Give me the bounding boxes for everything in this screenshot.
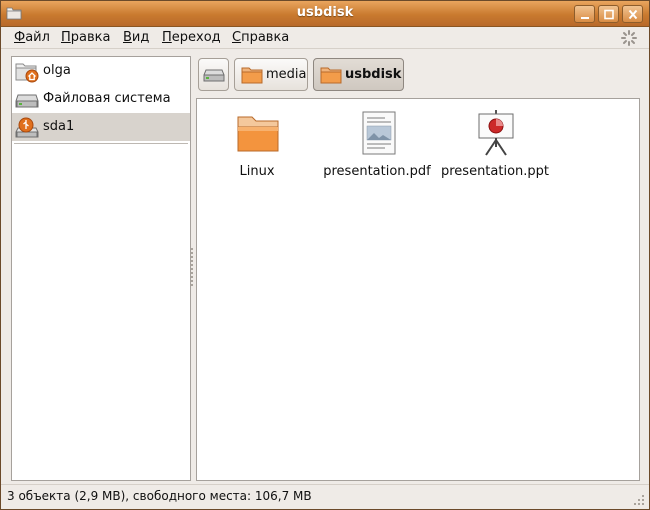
window-title: usbdisk <box>296 5 354 20</box>
maximize-button[interactable] <box>598 5 619 23</box>
hard-drive-icon <box>15 94 39 108</box>
hard-drive-icon <box>203 69 225 82</box>
file-name: Linux <box>239 164 275 179</box>
throbber-icon <box>621 30 637 46</box>
file-name: presentation.ppt <box>440 164 550 179</box>
sidebar-item-label: Файловая система <box>43 91 171 106</box>
pane-resize-handle[interactable] <box>191 246 194 290</box>
minimize-icon <box>581 17 589 19</box>
menu-file[interactable]: Файл <box>14 30 50 45</box>
file-manager-window: usbdisk Файл Правка Вид Переход Справка <box>0 0 650 510</box>
folder-icon <box>237 116 279 152</box>
presentation-icon <box>478 110 514 156</box>
file-view: Linux presentation.pdf presentation.ppt <box>196 98 640 481</box>
menu-edit[interactable]: Правка <box>61 30 110 45</box>
maximize-icon <box>604 9 614 20</box>
pdf-document-icon <box>362 111 396 155</box>
menu-bar: Файл Правка Вид Переход Справка <box>1 27 649 49</box>
close-icon <box>628 9 638 20</box>
sidebar-item-label: sda1 <box>43 119 75 134</box>
sidebar-item-label: olga <box>43 63 71 78</box>
file-name: presentation.pdf <box>323 164 431 179</box>
menu-help[interactable]: Справка <box>232 30 289 45</box>
path-button-filesystem[interactable] <box>198 58 229 91</box>
path-button-media[interactable]: media <box>234 58 308 91</box>
menu-go[interactable]: Переход <box>162 30 221 45</box>
sidebar-item-filesystem[interactable]: Файловая система <box>12 85 190 113</box>
status-text: 3 объекта (2,9 MB), свободного места: 10… <box>7 489 312 503</box>
sidebar-item-home[interactable]: olga <box>12 57 190 85</box>
folder-icon <box>241 67 263 84</box>
title-bar[interactable]: usbdisk <box>1 1 649 27</box>
path-button-label: usbdisk <box>345 67 402 82</box>
file-item-linux[interactable]: Linux <box>197 109 317 189</box>
sidebar-item-sda1[interactable]: sda1 <box>12 113 190 141</box>
menu-view[interactable]: Вид <box>123 30 149 45</box>
path-button-usbdisk[interactable]: usbdisk <box>313 58 404 91</box>
places-sidebar: olga Файловая система sda1 <box>11 56 191 481</box>
path-button-label: media <box>266 67 307 82</box>
home-folder-icon <box>15 63 39 83</box>
file-item-presentation-pdf[interactable]: presentation.pdf <box>317 109 437 189</box>
usb-drive-icon <box>15 117 39 138</box>
minimize-button[interactable] <box>574 5 595 23</box>
status-bar: 3 объекта (2,9 MB), свободного места: 10… <box>1 484 649 509</box>
resize-grip-icon[interactable] <box>631 492 645 506</box>
sidebar-separator <box>14 143 188 144</box>
close-button[interactable] <box>622 5 643 23</box>
file-item-presentation-ppt[interactable]: presentation.ppt <box>435 109 555 189</box>
folder-icon <box>320 67 342 84</box>
